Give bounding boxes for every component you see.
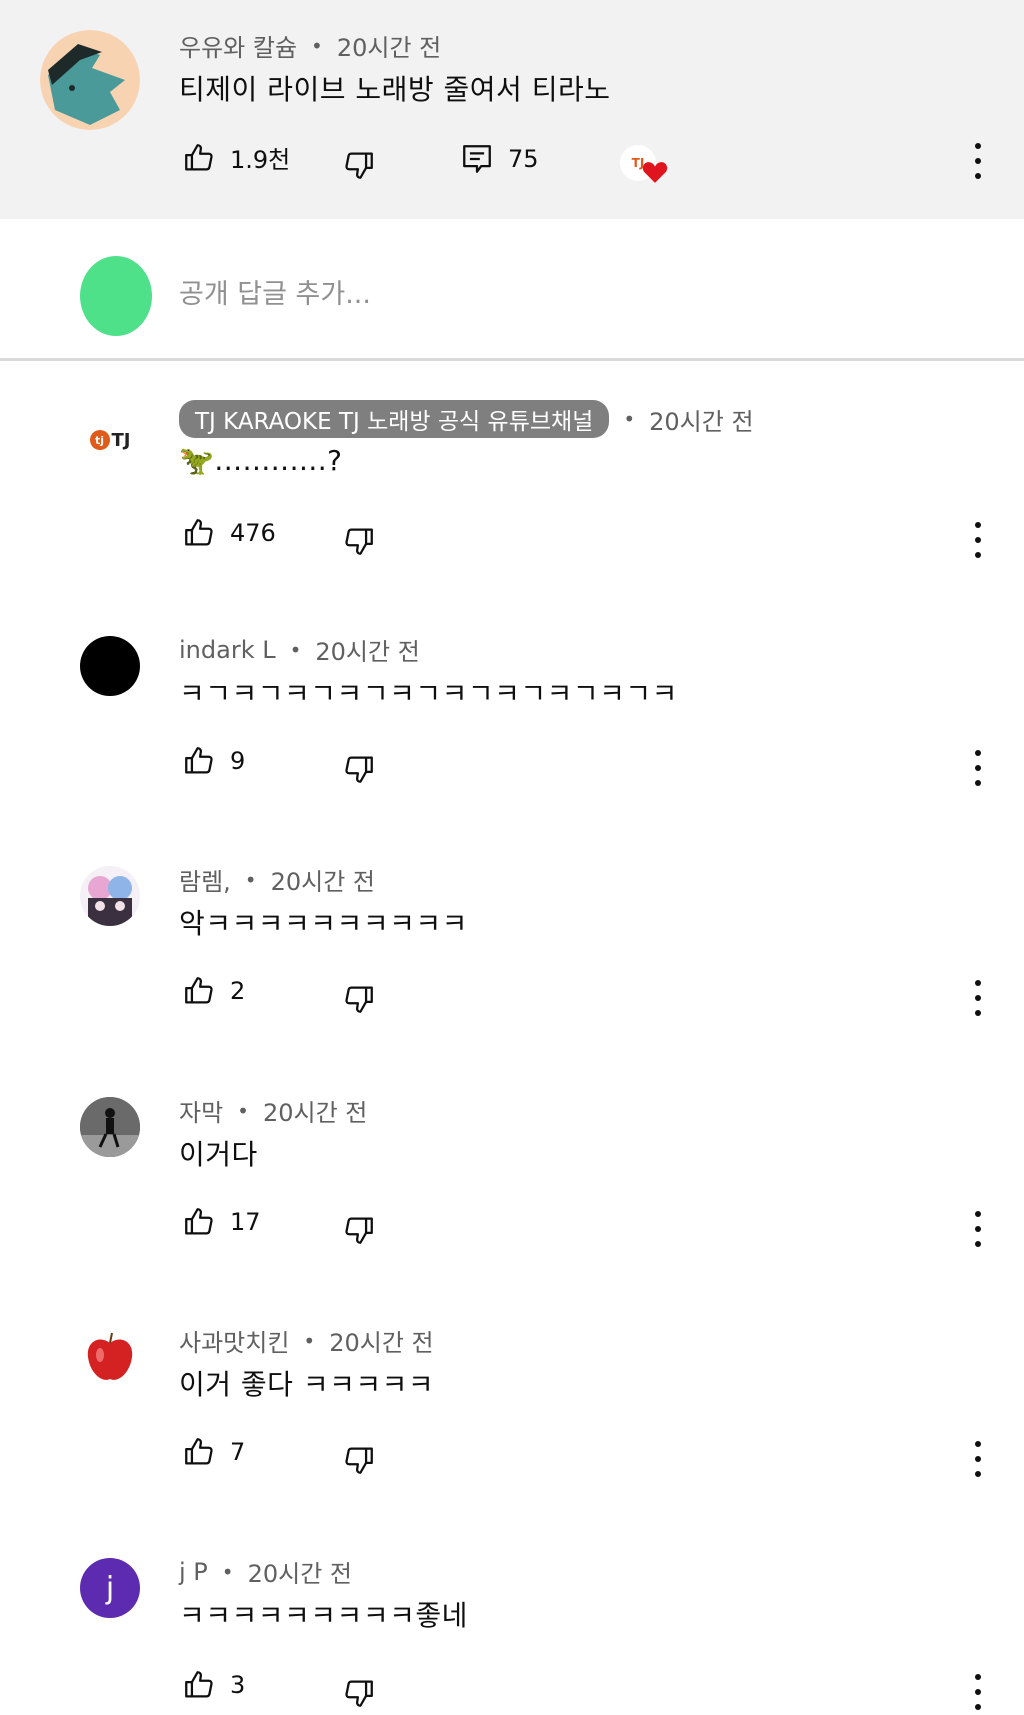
creator-heart: TJ xyxy=(620,142,668,184)
reply-button[interactable]: 75 xyxy=(460,142,539,176)
thumb-up-icon xyxy=(185,143,213,170)
author-name[interactable]: 자막 xyxy=(179,1093,223,1128)
comment-text: ㅋㅋㅋㅋㅋㅋㅋㅋㅋ좋네 xyxy=(179,1599,468,1632)
dislike-button[interactable] xyxy=(342,752,376,786)
avatar[interactable] xyxy=(40,30,140,130)
like-count: 17 xyxy=(230,1208,261,1236)
avatar[interactable] xyxy=(80,636,140,696)
like-button[interactable]: 9 xyxy=(182,744,245,778)
thumb-down-icon xyxy=(345,1680,373,1707)
author-name[interactable]: 우유와 칼슘 xyxy=(179,28,297,63)
avatar-initial: j xyxy=(105,1570,115,1606)
like-count: 9 xyxy=(230,747,246,775)
like-button[interactable]: 476 xyxy=(182,516,276,550)
avatar[interactable] xyxy=(80,866,140,926)
timestamp: 20시간 전 xyxy=(329,1329,434,1357)
comment-text: ㅋㄱㅋㄱㅋㄱㅋㄱㅋㄱㅋㄱㅋㄱㅋㄱㅋㄱㅋ xyxy=(179,677,678,710)
dislike-button[interactable] xyxy=(342,982,376,1016)
meta-dot: • xyxy=(221,1559,234,1584)
comment-icon xyxy=(463,145,491,173)
dislike-button[interactable] xyxy=(342,1676,376,1710)
author-name[interactable]: 람렘, xyxy=(179,862,231,897)
like-count: 2 xyxy=(230,977,246,1005)
more-options-button[interactable] xyxy=(970,143,986,179)
author-name[interactable]: indark L xyxy=(179,636,276,664)
meta-dot: • xyxy=(237,1098,249,1123)
reply-count: 75 xyxy=(508,145,539,173)
thumb-down-icon xyxy=(345,152,373,179)
comment-meta: 우유와 칼슘 • 20시간 전 xyxy=(179,28,441,63)
comment-text: 악ㅋㅋㅋㅋㅋㅋㅋㅋㅋㅋ xyxy=(179,907,468,940)
comment-text: 티제이 라이브 노래방 줄여서 티라노 xyxy=(179,73,611,106)
thumb-up-icon xyxy=(185,977,213,1004)
more-options-button[interactable] xyxy=(970,1674,986,1710)
reply-input-row xyxy=(0,219,1024,358)
timestamp: 20시간 전 xyxy=(649,407,754,436)
timestamp: 20시간 전 xyxy=(262,1099,368,1127)
thumb-up-icon xyxy=(185,747,213,774)
meta-dot: • xyxy=(311,33,323,58)
comment-text: 이거다 xyxy=(179,1138,258,1171)
more-options-button[interactable] xyxy=(970,1211,986,1247)
meta-dot: • xyxy=(289,637,302,662)
avatar[interactable] xyxy=(80,1327,140,1387)
meta-dot: • xyxy=(303,1328,316,1353)
meta-dot: • xyxy=(244,867,257,892)
like-button[interactable]: 2 xyxy=(182,974,245,1008)
dislike-button[interactable] xyxy=(342,1443,376,1477)
like-count: 476 xyxy=(230,519,276,547)
thumb-up-icon xyxy=(185,1208,213,1235)
thumb-up-icon xyxy=(185,519,213,546)
top-comment: 우유와 칼슘 • 20시간 전 티제이 라이브 노래방 줄여서 티라노 1.9천… xyxy=(0,0,1024,219)
author-chip[interactable]: TJ KARAOKE TJ 노래방 공식 유튜브채널 xyxy=(179,400,610,438)
timestamp: 20시간 전 xyxy=(270,868,376,896)
divider xyxy=(0,358,1024,361)
avatar xyxy=(80,256,152,336)
avatar[interactable]: tj TJ xyxy=(80,410,140,470)
apple-icon xyxy=(80,1327,140,1387)
thumb-down-icon xyxy=(345,528,373,555)
like-button[interactable]: 3 xyxy=(182,1668,245,1702)
like-button[interactable]: 1.9천 xyxy=(182,140,290,175)
thumb-down-icon xyxy=(345,986,373,1013)
dislike-button[interactable] xyxy=(342,524,376,558)
like-count: 7 xyxy=(230,1438,246,1466)
timestamp: 20시간 전 xyxy=(315,638,420,666)
tj-logo-icon: tj TJ xyxy=(89,430,130,451)
more-options-button[interactable] xyxy=(970,750,986,786)
thumb-down-icon xyxy=(345,756,373,783)
thumb-up-icon xyxy=(185,1438,213,1465)
timestamp: 20시간 전 xyxy=(247,1560,352,1588)
reply-input[interactable]: 공개 답글 추가... xyxy=(179,272,371,311)
thumb-down-icon xyxy=(345,1447,373,1474)
thumb-down-icon xyxy=(345,1217,373,1244)
like-count: 1.9천 xyxy=(230,146,291,174)
comment-text: 이거 좋다 ㅋㅋㅋㅋㅋ xyxy=(179,1368,435,1401)
dislike-button[interactable] xyxy=(342,1213,376,1247)
heart-icon xyxy=(642,162,668,183)
like-button[interactable]: 7 xyxy=(182,1435,245,1469)
author-name[interactable]: j P xyxy=(179,1558,208,1586)
like-count: 3 xyxy=(230,1671,246,1699)
comment-text: 🦖............? xyxy=(179,444,343,477)
avatar[interactable] xyxy=(80,1097,140,1157)
more-options-button[interactable] xyxy=(970,980,986,1016)
like-button[interactable]: 17 xyxy=(182,1205,261,1239)
timestamp: 20시간 전 xyxy=(336,34,442,62)
more-options-button[interactable] xyxy=(970,1441,986,1477)
dislike-button[interactable] xyxy=(342,148,376,182)
more-options-button[interactable] xyxy=(970,522,986,558)
author-name[interactable]: 사과맛치킨 xyxy=(179,1323,289,1358)
avatar[interactable]: j xyxy=(80,1558,140,1618)
meta-dot: • xyxy=(623,407,636,431)
thumb-up-icon xyxy=(185,1671,213,1698)
